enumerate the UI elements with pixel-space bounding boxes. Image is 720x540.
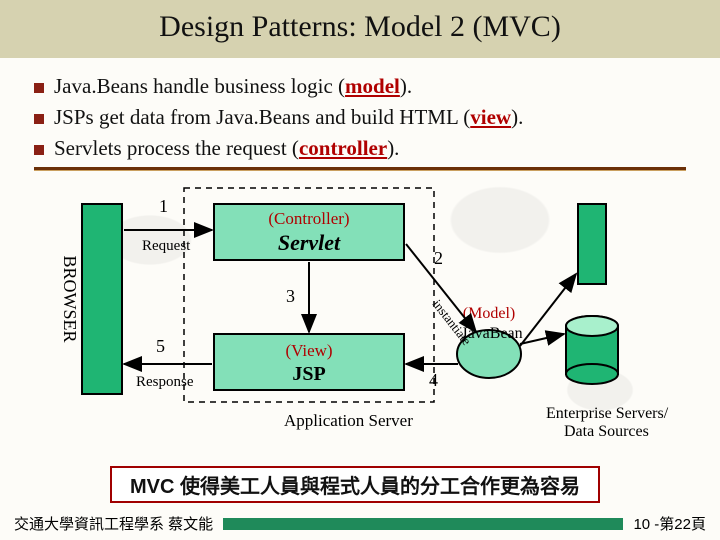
- bullet-icon: [34, 145, 44, 155]
- bullet-text: Servlets process the request (controller…: [54, 136, 399, 161]
- caption-text: MVC 使得美工人員與程式人員的分工合作更為容易: [130, 476, 580, 498]
- footer-bar: [223, 518, 623, 530]
- bullet-item: JSPs get data from Java.Beans and build …: [34, 105, 686, 130]
- divider: [34, 167, 686, 170]
- view-name: JSP: [292, 363, 325, 385]
- bullet-text: JSPs get data from Java.Beans and build …: [54, 105, 523, 130]
- slide-header: Design Patterns: Model 2 (MVC): [0, 0, 720, 58]
- num-2: 2: [434, 248, 443, 268]
- mvc-diagram: BROWSER (Controller) Servlet (View) JSP …: [34, 174, 686, 454]
- controller-name: Servlet: [278, 230, 341, 255]
- footer-right: 10 -第22頁: [633, 513, 720, 534]
- server-icon: [578, 204, 606, 284]
- bullet-list: Java.Beans handle business logic (model)…: [34, 74, 686, 161]
- num-4: 4: [429, 370, 438, 390]
- enterprise-label-2: Data Sources: [564, 423, 649, 440]
- controller-role: (Controller): [268, 209, 349, 228]
- label-request: Request: [142, 238, 191, 254]
- bullet-text: Java.Beans handle business logic (model)…: [54, 74, 412, 99]
- slide-title: Design Patterns: Model 2 (MVC): [0, 10, 720, 44]
- label-response: Response: [136, 374, 194, 390]
- num-3: 3: [286, 286, 295, 306]
- app-server-label: Application Server: [284, 411, 413, 430]
- footer-left: 交通大學資訊工程學系 蔡文能: [0, 513, 213, 534]
- bullet-item: Java.Beans handle business logic (model)…: [34, 74, 686, 99]
- browser-box: [82, 204, 122, 394]
- model-role: (Model): [463, 305, 515, 322]
- bullet-icon: [34, 83, 44, 93]
- enterprise-label-1: Enterprise Servers/: [546, 405, 669, 422]
- slide-content: Java.Beans handle business logic (model)…: [0, 58, 720, 454]
- bullet-item: Servlets process the request (controller…: [34, 136, 686, 161]
- browser-label: BROWSER: [60, 255, 80, 342]
- num-5: 5: [156, 336, 165, 356]
- caption-box: MVC 使得美工人員與程式人員的分工合作更為容易: [110, 466, 600, 503]
- view-role: (View): [285, 341, 332, 360]
- bullet-icon: [34, 114, 44, 124]
- footer: 交通大學資訊工程學系 蔡文能 10 -第22頁: [0, 513, 720, 534]
- num-1: 1: [159, 196, 168, 216]
